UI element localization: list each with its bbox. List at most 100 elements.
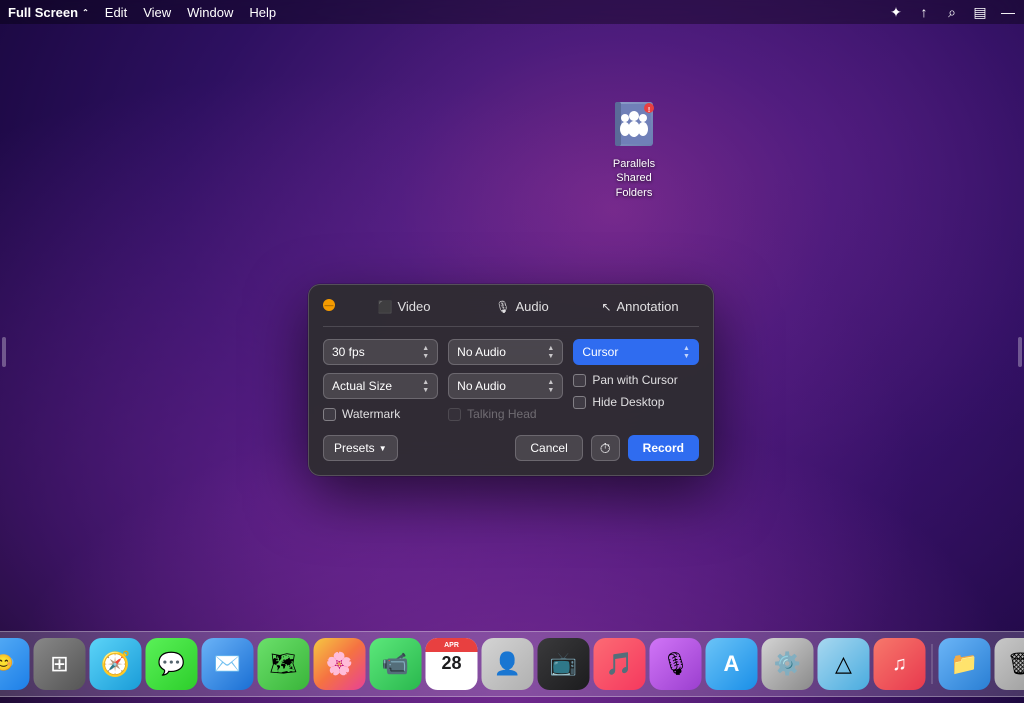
screenium-icon[interactable]: ✦: [888, 4, 904, 20]
menubar-view[interactable]: View: [143, 5, 171, 20]
menubar-right: ✦ ↑ ⌕ ▤ —: [888, 4, 1016, 20]
pan-cursor-label: Pan with Cursor: [592, 373, 677, 387]
svg-text:😊: 😊: [0, 654, 13, 672]
search-icon[interactable]: ⌕: [944, 4, 960, 20]
dock-separator: [932, 644, 933, 684]
dock-item-facetime[interactable]: 📹: [370, 638, 422, 690]
annotation-tab-label: Annotation: [616, 299, 678, 314]
audio-column: No Audio ▲ ▼ No Audio ▲ ▼ Talking Head: [448, 339, 563, 421]
mic-select[interactable]: No Audio ▲ ▼: [448, 339, 563, 365]
size-select[interactable]: Actual Size ▲ ▼: [323, 373, 438, 399]
recording-dialog: — ⬛ Video 🎙 Audio ↖ Annotation 30 fps: [308, 284, 714, 476]
size-label: Actual Size: [332, 379, 392, 393]
fps-label: 30 fps: [332, 345, 365, 359]
dock-item-trash[interactable]: 🗑: [995, 638, 1024, 690]
watermark-checkbox[interactable]: [323, 408, 336, 421]
mic-label: No Audio: [457, 345, 506, 359]
record-button[interactable]: Record: [628, 435, 699, 461]
tab-audio[interactable]: 🎙 Audio: [463, 297, 581, 316]
footer-left: Presets ▼: [323, 435, 398, 461]
menubar-edit[interactable]: Edit: [105, 5, 127, 20]
menubar-app-name[interactable]: Full Screen ⌃: [8, 5, 89, 20]
talking-head-row: Talking Head: [448, 407, 563, 421]
menu-extra-icon[interactable]: —: [1000, 4, 1016, 20]
dock-item-calendar[interactable]: APR 28: [426, 638, 478, 690]
upload-icon[interactable]: ↑: [916, 4, 932, 20]
hide-desktop-label: Hide Desktop: [592, 395, 664, 409]
svg-text:!: !: [648, 107, 650, 114]
mic-arrows: ▲ ▼: [547, 345, 554, 360]
cursor-label: Cursor: [582, 345, 618, 359]
record-label: Record: [643, 441, 684, 455]
timer-button[interactable]: ⏱: [591, 435, 620, 461]
dialog-minimize-button[interactable]: —: [323, 299, 335, 311]
sys-down-arrow: ▼: [547, 387, 554, 394]
dock-item-settings[interactable]: ⚙️: [762, 638, 814, 690]
video-tab-label: Video: [397, 299, 430, 314]
parallels-icon-label: Parallels SharedFolders: [594, 157, 674, 200]
dock-item-music[interactable]: 🎵: [594, 638, 646, 690]
dock-item-appstore[interactable]: A: [706, 638, 758, 690]
audio-tab-label: Audio: [515, 299, 548, 314]
size-arrows: ▲ ▼: [422, 379, 429, 394]
parallels-shared-folders-icon[interactable]: ! Parallels SharedFolders: [594, 95, 674, 200]
menubar: Full Screen ⌃ Edit View Window Help ✦ ↑ …: [0, 0, 1024, 24]
fps-select[interactable]: 30 fps ▲ ▼: [323, 339, 438, 365]
control-center-icon[interactable]: ▤: [972, 4, 988, 20]
dock-item-safari[interactable]: 🧭: [90, 638, 142, 690]
talking-head-checkbox[interactable]: [448, 408, 461, 421]
video-tab-icon: ⬛: [378, 300, 393, 314]
annotation-tab-icon: ↖: [601, 300, 611, 314]
hide-desktop-row: Hide Desktop: [573, 395, 699, 409]
menubar-help[interactable]: Help: [249, 5, 276, 20]
fps-up-arrow: ▲: [422, 345, 429, 352]
talking-head-label: Talking Head: [467, 407, 536, 421]
presets-button[interactable]: Presets ▼: [323, 435, 398, 461]
cancel-button[interactable]: Cancel: [515, 435, 582, 461]
dock-item-finder[interactable]: 😊: [0, 638, 30, 690]
presets-label: Presets: [334, 441, 375, 455]
tab-annotation[interactable]: ↖ Annotation: [581, 297, 699, 316]
fps-arrows: ▲ ▼: [422, 345, 429, 360]
mic-up-arrow: ▲: [547, 345, 554, 352]
dock-item-podcasts[interactable]: 🎙: [650, 638, 702, 690]
dock-item-maps[interactable]: 🗺: [258, 638, 310, 690]
app-name-label: Full Screen: [8, 5, 78, 20]
right-resize-handle[interactable]: [1016, 332, 1024, 372]
dock-item-launchpad[interactable]: ⊞: [34, 638, 86, 690]
cursor-select[interactable]: Cursor ▲ ▼: [573, 339, 699, 365]
dock-item-photos[interactable]: 🌸: [314, 638, 366, 690]
dock-container: 😊 ⊞ 🧭 💬 ✉️ 🗺 🌸 📹: [0, 631, 1024, 697]
dock-item-messages[interactable]: 💬: [146, 638, 198, 690]
cursor-down-arrow: ▼: [683, 353, 690, 360]
dialog-footer: Presets ▼ Cancel ⏱ Record: [323, 435, 699, 461]
tab-video[interactable]: ⬛ Video: [345, 297, 463, 316]
dock-item-scrobbles[interactable]: ♫: [874, 638, 926, 690]
hide-desktop-checkbox[interactable]: [573, 396, 586, 409]
timer-icon: ⏱: [600, 440, 611, 457]
annotation-column: Cursor ▲ ▼ Pan with Cursor Hide Desktop: [573, 339, 699, 421]
dock-item-mail[interactable]: ✉️: [202, 638, 254, 690]
size-up-arrow: ▲: [422, 379, 429, 386]
dock-item-folder[interactable]: 📁: [939, 638, 991, 690]
left-resize-handle[interactable]: [0, 332, 8, 372]
dock-item-contacts[interactable]: 👤: [482, 638, 534, 690]
watermark-row: Watermark: [323, 407, 438, 421]
pan-cursor-checkbox[interactable]: [573, 374, 586, 387]
cancel-label: Cancel: [530, 441, 567, 455]
dock: 😊 ⊞ 🧭 💬 ✉️ 🗺 🌸 📹: [0, 631, 1024, 697]
dock-item-altitude[interactable]: △: [818, 638, 870, 690]
system-audio-select[interactable]: No Audio ▲ ▼: [448, 373, 563, 399]
cursor-arrows: ▲ ▼: [683, 345, 690, 360]
app-name-chevron: ⌃: [82, 8, 89, 17]
dock-item-appletv[interactable]: 📺: [538, 638, 590, 690]
audio-tab-icon: 🎙: [495, 300, 510, 314]
cursor-up-arrow: ▲: [683, 345, 690, 352]
presets-chevron-icon: ▼: [379, 444, 387, 453]
desktop: Full Screen ⌃ Edit View Window Help ✦ ↑ …: [0, 0, 1024, 703]
watermark-label: Watermark: [342, 407, 400, 421]
menubar-window[interactable]: Window: [187, 5, 233, 20]
fps-down-arrow: ▼: [422, 353, 429, 360]
dialog-tabs: ⬛ Video 🎙 Audio ↖ Annotation: [323, 297, 699, 327]
system-audio-label: No Audio: [457, 379, 506, 393]
